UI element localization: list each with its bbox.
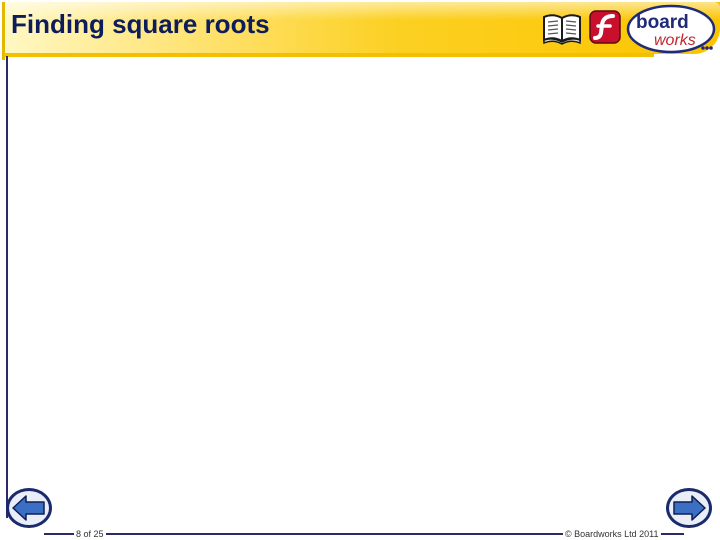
boardworks-logo: board works	[626, 4, 716, 54]
logo-board: board	[636, 12, 689, 33]
left-border	[6, 56, 8, 518]
slide-title: Finding square roots	[11, 9, 270, 39]
book-icon[interactable]	[541, 8, 583, 46]
previous-button[interactable]	[4, 486, 54, 530]
title-bar-edge	[2, 2, 5, 60]
copyright-text: © Boardworks Ltd 2011	[563, 529, 661, 539]
next-button[interactable]	[664, 486, 714, 530]
flash-icon[interactable]	[588, 8, 622, 46]
slide: Finding square roots board works 8 of 25…	[0, 0, 720, 540]
title-bar-underline	[4, 53, 654, 57]
logo-works: works	[654, 32, 696, 49]
slide-number: 8 of 25	[74, 529, 106, 539]
